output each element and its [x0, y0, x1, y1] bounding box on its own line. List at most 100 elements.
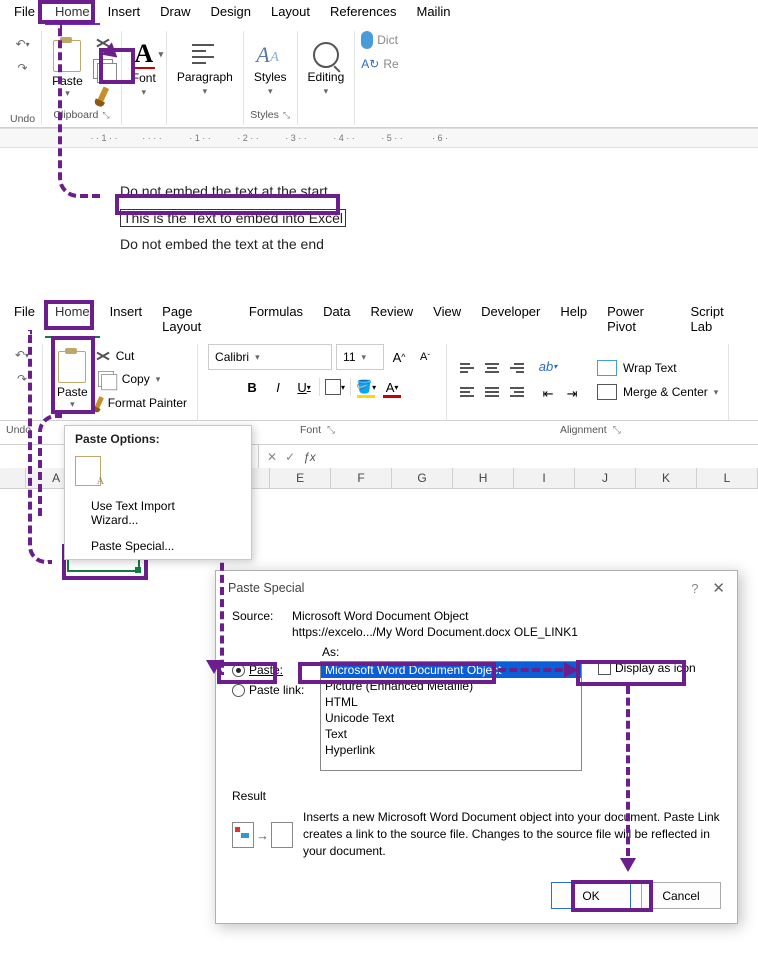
- font-size-combo[interactable]: 11▾: [336, 344, 384, 370]
- align-bottom-center[interactable]: [481, 381, 503, 403]
- excel-tab-review[interactable]: Review: [361, 300, 424, 338]
- word-tab-insert[interactable]: Insert: [98, 0, 151, 25]
- align-bottom-left[interactable]: [457, 381, 479, 403]
- alignment-grid[interactable]: [457, 357, 527, 403]
- col-header-i[interactable]: I: [514, 468, 575, 488]
- col-header-e[interactable]: E: [270, 468, 331, 488]
- merge-center-button[interactable]: Merge & Center▾: [597, 384, 718, 400]
- excel-tab-formulas[interactable]: Formulas: [239, 300, 313, 338]
- excel-tab-data[interactable]: Data: [313, 300, 360, 338]
- dialog-close-button[interactable]: ✕: [712, 579, 725, 597]
- display-as-icon-checkbox[interactable]: Display as icon: [598, 661, 696, 675]
- excel-copy-button[interactable]: Copy▾: [96, 369, 187, 389]
- align-top-center[interactable]: [481, 357, 503, 379]
- excel-tab-help[interactable]: Help: [550, 300, 597, 338]
- doc-text-selected[interactable]: This is the Text to embed into Excel: [120, 209, 346, 227]
- excel-tab-home[interactable]: Home: [45, 300, 100, 338]
- excel-redo-button[interactable]: ↷: [12, 370, 32, 388]
- word-tab-design[interactable]: Design: [201, 0, 261, 25]
- excel-tab-developer[interactable]: Developer: [471, 300, 550, 338]
- align-top-right[interactable]: [505, 357, 527, 379]
- excel-tab-page-layout[interactable]: Page Layout: [152, 300, 239, 338]
- cancel-button[interactable]: Cancel: [641, 882, 721, 909]
- col-header-l[interactable]: L: [697, 468, 758, 488]
- excel-format-painter-button[interactable]: Format Painter: [96, 395, 187, 411]
- word-ruler[interactable]: · · 1 · ·· · · ·· 1 · ·· 2 · ·· 3 · ·· 4…: [0, 128, 758, 148]
- decrease-font-button[interactable]: Aˇ: [414, 346, 436, 368]
- word-tab-draw[interactable]: Draw: [150, 0, 200, 25]
- increase-indent-button[interactable]: ⇥: [561, 383, 583, 405]
- word-paste-button[interactable]: Paste ▾: [48, 38, 87, 101]
- align-top-left[interactable]: [457, 357, 479, 379]
- decrease-indent-button[interactable]: ⇤: [537, 383, 559, 405]
- borders-button[interactable]: ▾: [324, 376, 346, 398]
- orientation-button[interactable]: ab▾: [537, 355, 559, 377]
- paste-radio[interactable]: Paste:: [232, 663, 314, 677]
- reuse-button[interactable]: A↻Re: [361, 57, 398, 71]
- as-listbox[interactable]: Microsoft Word Document Object Picture (…: [320, 661, 582, 771]
- excel-tab-power-pivot[interactable]: Power Pivot: [597, 300, 680, 338]
- wrap-text-button[interactable]: Wrap Text: [597, 360, 718, 376]
- word-tab-mailings[interactable]: Mailin: [407, 0, 461, 25]
- format-painter-button[interactable]: [91, 83, 115, 107]
- as-option-html[interactable]: HTML: [321, 694, 581, 710]
- word-document-body[interactable]: Do not embed the text at the start This …: [0, 148, 758, 258]
- as-option-hyperlink[interactable]: Hyperlink: [321, 742, 581, 758]
- col-header-h[interactable]: H: [453, 468, 514, 488]
- doc-text-after[interactable]: Do not embed the text at the end: [120, 231, 758, 258]
- col-header-k[interactable]: K: [636, 468, 697, 488]
- dictate-button[interactable]: Dict: [361, 31, 398, 49]
- italic-button[interactable]: I: [267, 376, 289, 398]
- clipboard-group-label: Clipboard: [53, 109, 98, 121]
- editing-dropdown[interactable]: Editing ▾: [304, 31, 349, 107]
- undo-icon[interactable]: ↶▾: [13, 35, 33, 53]
- fill-color-button[interactable]: 🪣▾: [355, 376, 377, 398]
- align-bottom-right[interactable]: [505, 381, 527, 403]
- as-option-text[interactable]: Text: [321, 726, 581, 742]
- dialog-help-button[interactable]: ?: [691, 581, 698, 596]
- redo-icon[interactable]: ↷: [13, 59, 33, 77]
- dialog-launcher-icon[interactable]: ⤡: [283, 110, 290, 121]
- formula-input[interactable]: [324, 445, 758, 469]
- dialog-launcher-icon[interactable]: ⤡: [327, 425, 335, 436]
- excel-tab-script-lab[interactable]: Script Lab: [681, 300, 755, 338]
- word-tab-strip: File Home Insert Draw Design Layout Refe…: [0, 0, 758, 25]
- word-tab-references[interactable]: References: [320, 0, 406, 25]
- excel-paste-label: Paste: [57, 385, 88, 399]
- fx-icon[interactable]: ƒx: [303, 450, 316, 464]
- underline-button[interactable]: U▾: [293, 376, 315, 398]
- bold-button[interactable]: B: [241, 376, 263, 398]
- dialog-launcher-icon[interactable]: ⤡: [613, 425, 621, 436]
- paragraph-dropdown[interactable]: Paragraph ▾: [173, 31, 237, 107]
- as-option-unicode[interactable]: Unicode Text: [321, 710, 581, 726]
- col-header-j[interactable]: J: [575, 468, 636, 488]
- paste-special-item[interactable]: Paste Special...: [65, 533, 251, 559]
- select-all-cell[interactable]: [0, 468, 26, 488]
- text-import-wizard-item[interactable]: Use Text Import Wizard...: [65, 493, 251, 533]
- col-header-f[interactable]: F: [331, 468, 392, 488]
- as-option-picture[interactable]: Picture (Enhanced Metafile): [321, 678, 581, 694]
- dialog-launcher-icon[interactable]: ⤡: [102, 110, 109, 121]
- enter-formula-icon[interactable]: ✓: [285, 450, 295, 464]
- paste-link-radio[interactable]: Paste link:: [232, 683, 314, 697]
- as-option-word-object[interactable]: Microsoft Word Document Object: [321, 662, 581, 678]
- excel-tab-view[interactable]: View: [423, 300, 471, 338]
- word-tab-layout[interactable]: Layout: [261, 0, 320, 25]
- excel-tab-insert[interactable]: Insert: [100, 300, 153, 338]
- font-color-button[interactable]: A▾: [381, 376, 403, 398]
- increase-font-button[interactable]: A^: [388, 346, 410, 368]
- ok-button[interactable]: OK: [551, 882, 631, 909]
- excel-undo-button[interactable]: ↶▾: [12, 346, 32, 364]
- excel-cut-button[interactable]: Cut: [96, 349, 187, 363]
- font-name-combo[interactable]: Calibri▾: [208, 344, 332, 370]
- col-header-g[interactable]: G: [392, 468, 453, 488]
- word-tab-file[interactable]: File: [4, 0, 45, 25]
- cancel-formula-icon[interactable]: ✕: [267, 450, 277, 464]
- doc-text-before[interactable]: Do not embed the text at the start: [120, 178, 758, 205]
- word-tab-home[interactable]: Home: [45, 0, 100, 25]
- excel-paste-button[interactable]: Paste ▾: [53, 349, 92, 412]
- styles-dropdown[interactable]: AA Styles ▾: [250, 31, 291, 107]
- paste-option-keep-text-icon[interactable]: [75, 456, 101, 486]
- excel-tab-file[interactable]: File: [4, 300, 45, 338]
- font-dropdown[interactable]: A▾ Font ▾: [128, 31, 160, 107]
